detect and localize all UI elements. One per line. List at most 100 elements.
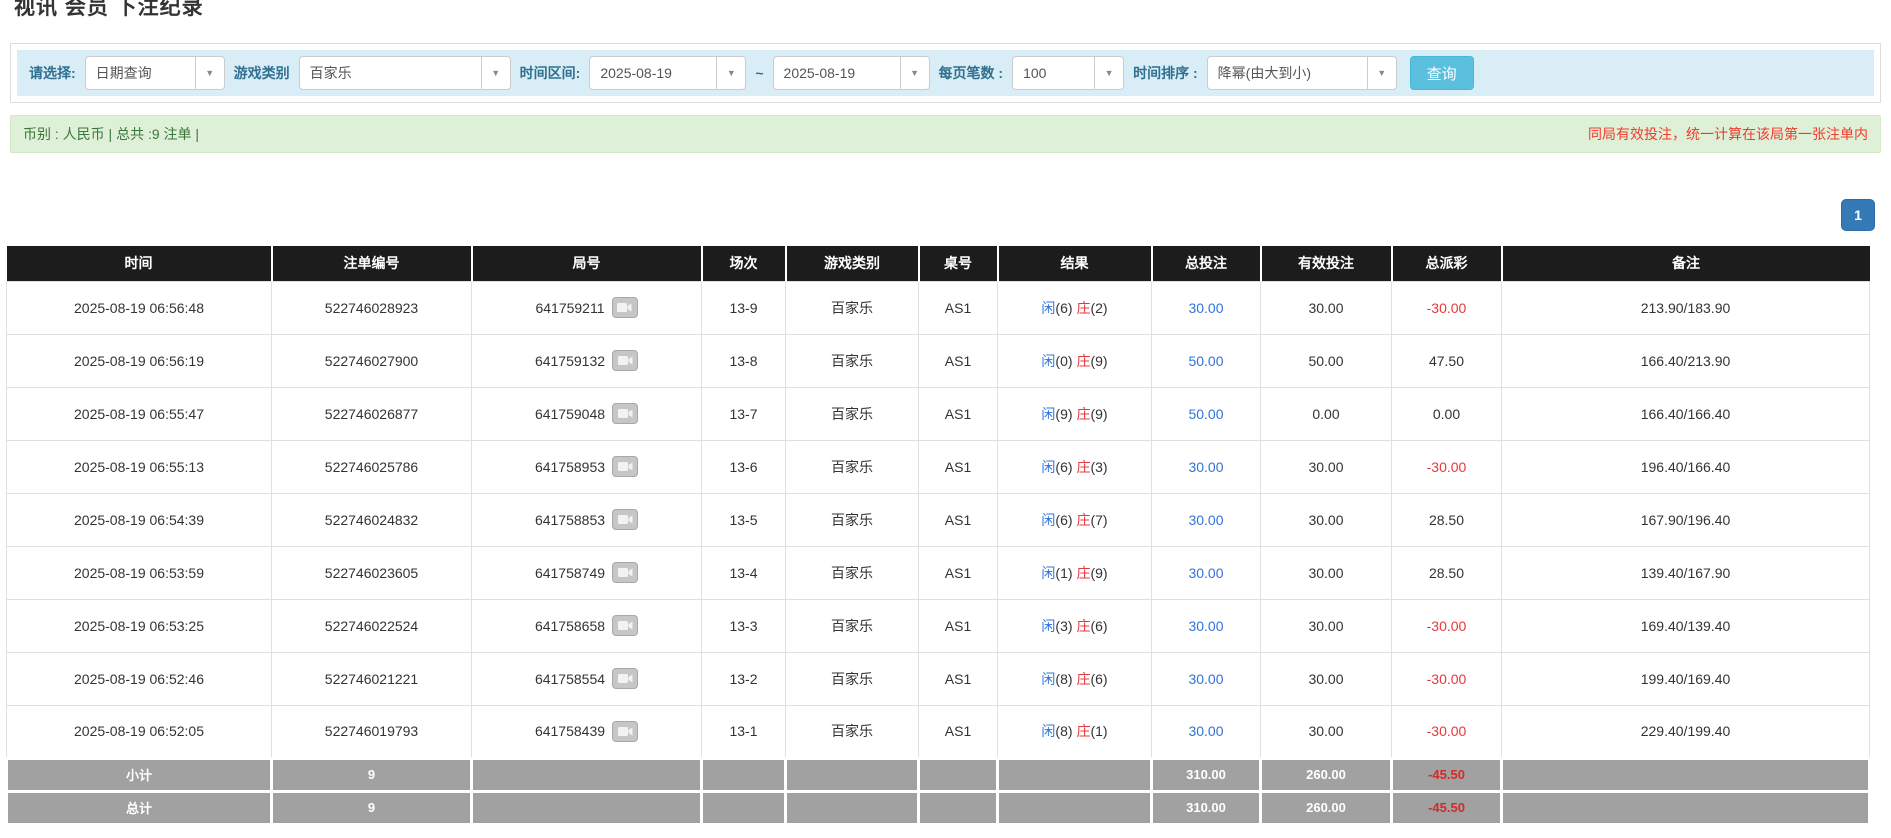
column-header: 局号 <box>472 246 702 281</box>
date-from-select[interactable]: 2025-08-19 ▼ <box>589 56 746 90</box>
cell-bet-id: 522746027900 <box>272 334 472 387</box>
result-player-label: 闲 <box>1041 300 1055 316</box>
column-header: 有效投注 <box>1261 246 1392 281</box>
cell-remark: 229.40/199.40 <box>1502 705 1870 758</box>
video-replay-icon[interactable] <box>612 721 638 742</box>
table-header-row: 时间注单编号局号场次游戏类别桌号结果总投注有效投注总派彩备注 <box>7 246 1870 281</box>
cell-bet-id: 522746021221 <box>272 652 472 705</box>
result-banker-label: 庄 <box>1076 459 1090 475</box>
table-row: 2025-08-19 06:53:59 522746023605 6417587… <box>7 546 1870 599</box>
round-number: 641759048 <box>535 406 605 422</box>
video-replay-icon[interactable] <box>612 350 638 371</box>
total-bet-link[interactable]: 30.00 <box>1188 723 1223 739</box>
video-replay-icon[interactable] <box>612 509 638 530</box>
cell-time: 2025-08-19 06:53:59 <box>7 546 272 599</box>
game-type-select[interactable]: 百家乐 ▼ <box>299 56 511 90</box>
column-header: 总投注 <box>1152 246 1261 281</box>
result-banker-score: (9) <box>1090 565 1107 581</box>
total-bet-link[interactable]: 30.00 <box>1188 300 1223 316</box>
result-banker-score: (7) <box>1090 512 1107 528</box>
cell-total-bet: 50.00 <box>1152 334 1261 387</box>
result-banker-label: 庄 <box>1076 671 1090 687</box>
chevron-down-icon: ▼ <box>481 57 510 89</box>
cell-time: 2025-08-19 06:56:48 <box>7 281 272 334</box>
video-replay-icon[interactable] <box>612 403 638 424</box>
cell-bet-id: 522746028923 <box>272 281 472 334</box>
range-separator: ~ <box>755 65 763 81</box>
round-number: 641758853 <box>535 512 605 528</box>
cell-session: 13-9 <box>702 281 786 334</box>
search-button[interactable]: 查询 <box>1410 56 1474 90</box>
result-banker-label: 庄 <box>1076 406 1090 422</box>
total-bet-link[interactable]: 50.00 <box>1188 406 1223 422</box>
table-row: 2025-08-19 06:53:25 522746022524 6417586… <box>7 599 1870 652</box>
cell-bet-id: 522746023605 <box>272 546 472 599</box>
cell-time: 2025-08-19 06:54:39 <box>7 493 272 546</box>
cell-result: 闲(3) 庄(6) <box>998 599 1152 652</box>
cell-valid-bet: 30.00 <box>1261 652 1392 705</box>
result-banker-score: (2) <box>1090 300 1107 316</box>
total-bet-link[interactable]: 30.00 <box>1188 618 1223 634</box>
result-banker-label: 庄 <box>1076 300 1090 316</box>
total-bet-link[interactable]: 30.00 <box>1188 565 1223 581</box>
result-player-score: (6) <box>1055 512 1072 528</box>
round-number: 641758658 <box>535 618 605 634</box>
cell-session: 13-3 <box>702 599 786 652</box>
table-row: 2025-08-19 06:55:47 522746026877 6417590… <box>7 387 1870 440</box>
cell-valid-bet: 30.00 <box>1261 546 1392 599</box>
round-number: 641759132 <box>535 353 605 369</box>
total-bet-link[interactable]: 50.00 <box>1188 353 1223 369</box>
sort-order-select[interactable]: 降幂(由大到小) ▼ <box>1207 56 1397 90</box>
cell-valid-bet: 50.00 <box>1261 334 1392 387</box>
cell-payout: -30.00 <box>1392 652 1502 705</box>
result-player-label: 闲 <box>1041 459 1055 475</box>
video-replay-icon[interactable] <box>612 562 638 583</box>
cell-session: 13-2 <box>702 652 786 705</box>
cell-result: 闲(9) 庄(9) <box>998 387 1152 440</box>
result-player-label: 闲 <box>1041 618 1055 634</box>
result-player-score: (1) <box>1055 565 1072 581</box>
cell-time: 2025-08-19 06:52:05 <box>7 705 272 758</box>
cell-result: 闲(8) 庄(1) <box>998 705 1152 758</box>
pagination-page-1[interactable]: 1 <box>1841 199 1875 231</box>
cell-game-type: 百家乐 <box>786 599 919 652</box>
cell-remark: 196.40/166.40 <box>1502 440 1870 493</box>
cell-result: 闲(8) 庄(6) <box>998 652 1152 705</box>
cell-time: 2025-08-19 06:56:19 <box>7 334 272 387</box>
total-bet-link[interactable]: 30.00 <box>1188 512 1223 528</box>
cell-result: 闲(6) 庄(3) <box>998 440 1152 493</box>
result-player-score: (6) <box>1055 300 1072 316</box>
cell-game-type: 百家乐 <box>786 281 919 334</box>
cell-payout: -30.00 <box>1392 705 1502 758</box>
cell-table-no: AS1 <box>919 440 998 493</box>
cell-session: 13-7 <box>702 387 786 440</box>
query-type-select[interactable]: 日期查询 ▼ <box>85 56 225 90</box>
summary-bar: 币别 : 人民币 | 总共 :9 注单 | 同局有效投注，统一计算在该局第一张注… <box>10 115 1881 153</box>
cell-result: 闲(0) 庄(9) <box>998 334 1152 387</box>
round-number: 641759211 <box>535 300 604 316</box>
cell-valid-bet: 30.00 <box>1261 493 1392 546</box>
video-replay-icon[interactable] <box>612 668 638 689</box>
cell-table-no: AS1 <box>919 599 998 652</box>
result-player-score: (3) <box>1055 618 1072 634</box>
cell-remark: 166.40/213.90 <box>1502 334 1870 387</box>
cell-total-bet: 30.00 <box>1152 705 1261 758</box>
query-type-label: 请选择: <box>29 63 76 83</box>
cell-table-no: AS1 <box>919 281 998 334</box>
page-size-select[interactable]: 100 ▼ <box>1012 56 1124 90</box>
total-bet-link[interactable]: 30.00 <box>1188 671 1223 687</box>
video-replay-icon[interactable] <box>612 297 638 318</box>
video-replay-icon[interactable] <box>612 615 638 636</box>
page-size-value: 100 <box>1013 57 1094 89</box>
date-to-select[interactable]: 2025-08-19 ▼ <box>773 56 930 90</box>
cell-session: 13-6 <box>702 440 786 493</box>
date-from-value: 2025-08-19 <box>590 57 716 89</box>
cell-bet-id: 522746026877 <box>272 387 472 440</box>
total-bet-link[interactable]: 30.00 <box>1188 459 1223 475</box>
query-type-value: 日期查询 <box>86 57 195 89</box>
valid-bet-note: 同局有效投注，统一计算在该局第一张注单内 <box>1588 124 1868 144</box>
game-type-label: 游戏类别 <box>234 63 290 83</box>
cell-table-no: AS1 <box>919 387 998 440</box>
cell-total-bet: 30.00 <box>1152 440 1261 493</box>
video-replay-icon[interactable] <box>612 456 638 477</box>
